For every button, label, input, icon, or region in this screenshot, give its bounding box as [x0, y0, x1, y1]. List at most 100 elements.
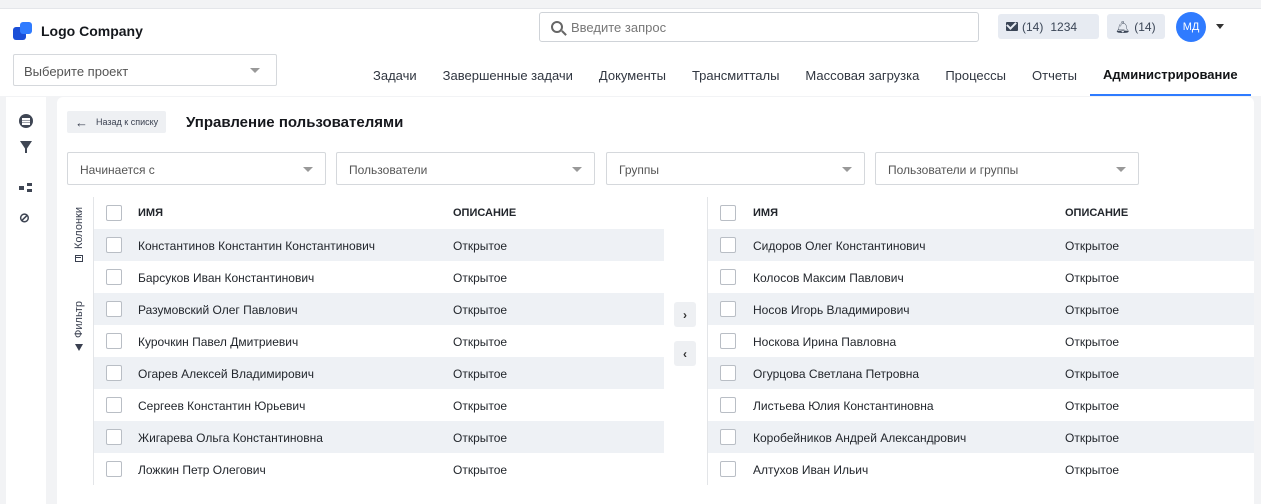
search-box[interactable] — [539, 12, 979, 42]
groups-select[interactable]: Группы — [606, 152, 865, 185]
user-name: Константинов Константин Константинович — [138, 239, 376, 253]
project-select[interactable]: Выберите проект — [13, 54, 277, 86]
move-right-button[interactable]: › — [674, 302, 696, 327]
row-checkbox[interactable] — [720, 429, 736, 445]
user-menu-chevron-down-icon[interactable] — [1216, 24, 1224, 29]
table-row[interactable]: Алтухов Иван Ильич Открытое — [708, 453, 1254, 485]
user-name: Огурцова Светлана Петровна — [753, 367, 920, 381]
starts-with-select[interactable]: Начинается с — [67, 152, 326, 185]
table-row[interactable]: Коробейников Андрей Александрович Открыт… — [708, 421, 1254, 453]
table-row[interactable]: Жигарева Ольга Константиновна Открытое — [94, 421, 664, 453]
user-name: Носов Игорь Владимирович — [753, 303, 910, 317]
row-checkbox[interactable] — [106, 397, 122, 413]
side-toolbar: Колонки Фильтр — [67, 197, 91, 457]
list-menu-icon[interactable] — [19, 114, 33, 128]
mail-button[interactable]: (14) 1234 — [998, 14, 1099, 39]
user-description: Открытое — [1065, 431, 1120, 445]
tab-tasks[interactable]: Задачи — [360, 52, 430, 96]
columns-icon — [75, 254, 83, 262]
chevron-down-icon — [842, 167, 852, 172]
table-row[interactable]: Листьева Юлия Константиновна Открытое — [708, 389, 1254, 421]
table-row[interactable]: Разумовский Олег Павлович Открытое — [94, 293, 664, 325]
column-header-description[interactable]: ОПИСАНИЕ — [453, 207, 516, 219]
hierarchy-icon[interactable] — [19, 183, 33, 193]
table-row[interactable]: Сидоров Олег Константинович Открытое — [708, 229, 1254, 261]
row-checkbox[interactable] — [106, 333, 122, 349]
table-header-row: ИМЯ ОПИСАНИЕ — [708, 197, 1254, 229]
table-row[interactable]: Константинов Константин Константинович О… — [94, 229, 664, 261]
left-rail: ⊘ — [6, 97, 46, 504]
table-row[interactable]: Носкова Ирина Павловна Открытое — [708, 325, 1254, 357]
top-bar: Logo Company (14) 1234 🔔︎ (14) МД — [0, 8, 1261, 52]
user-description: Открытое — [1065, 335, 1120, 349]
avatar[interactable]: МД — [1176, 12, 1206, 42]
user-description: Открытое — [453, 303, 508, 317]
search-input[interactable] — [571, 19, 951, 35]
chevron-down-icon — [250, 68, 260, 73]
chevron-down-icon — [572, 167, 582, 172]
table-row[interactable]: Ложкин Петр Олегович Открытое — [94, 453, 664, 485]
user-description: Открытое — [453, 399, 508, 413]
tab-processes[interactable]: Процессы — [932, 52, 1019, 96]
search-icon — [551, 21, 563, 33]
row-checkbox[interactable] — [106, 237, 122, 253]
select-all-checkbox[interactable] — [106, 205, 122, 221]
row-checkbox[interactable] — [720, 365, 736, 381]
columns-toggle[interactable]: Колонки — [67, 207, 91, 262]
chevron-down-icon — [303, 167, 313, 172]
tab-reports[interactable]: Отчеты — [1019, 52, 1090, 96]
user-description: Открытое — [453, 239, 508, 253]
user-name: Коробейников Андрей Александрович — [753, 431, 967, 445]
table-row[interactable]: Сергеев Константин Юрьевич Открытое — [94, 389, 664, 421]
row-checkbox[interactable] — [106, 461, 122, 477]
table-row[interactable]: Огурцова Светлана Петровна Открытое — [708, 357, 1254, 389]
tab-bulk-upload[interactable]: Массовая загрузка — [792, 52, 932, 96]
user-name: Алтухов Иван Ильич — [753, 463, 869, 477]
row-checkbox[interactable] — [106, 365, 122, 381]
user-name: Колосов Максим Павлович — [753, 271, 904, 285]
user-description: Открытое — [1065, 463, 1120, 477]
row-checkbox[interactable] — [720, 397, 736, 413]
column-header-description[interactable]: ОПИСАНИЕ — [1065, 207, 1128, 219]
tab-transmittals[interactable]: Трансмитталы — [679, 52, 792, 96]
tab-administration[interactable]: Администрирование — [1089, 52, 1251, 96]
table-row[interactable]: Огарев Алексей Владимирович Открытое — [94, 357, 664, 389]
row-checkbox[interactable] — [720, 269, 736, 285]
row-checkbox[interactable] — [720, 237, 736, 253]
tab-completed-tasks[interactable]: Завершенные задачи — [430, 52, 586, 96]
users-select[interactable]: Пользователи — [336, 152, 595, 185]
row-checkbox[interactable] — [720, 461, 736, 477]
table-row[interactable]: Носов Игорь Владимирович Открытое — [708, 293, 1254, 325]
users-placeholder: Пользователи — [349, 163, 428, 177]
user-name: Листьева Юлия Константиновна — [753, 399, 934, 413]
user-name: Сидоров Олег Константинович — [753, 239, 926, 253]
move-left-button[interactable]: ‹ — [674, 341, 696, 366]
table-row[interactable]: Колосов Максим Павлович Открытое — [708, 261, 1254, 293]
filter-label: Фильтр — [73, 301, 85, 338]
bell-icon: 🔔︎ — [1115, 19, 1131, 34]
selected-users-table: ИМЯ ОПИСАНИЕ Сидоров Олег Константинович… — [707, 197, 1254, 485]
table-row[interactable]: Барсуков Иван Константинович Открытое — [94, 261, 664, 293]
user-name: Барсуков Иван Константинович — [138, 271, 315, 285]
row-checkbox[interactable] — [106, 301, 122, 317]
row-checkbox[interactable] — [720, 301, 736, 317]
table-row[interactable]: Курочкин Павел Дмитриевич Открытое — [94, 325, 664, 357]
notifications-button[interactable]: 🔔︎ (14) — [1107, 14, 1165, 39]
back-to-list-button[interactable]: ← Назад к списку — [67, 111, 167, 133]
mail-icon — [1006, 22, 1018, 31]
notifications-count: (14) — [1134, 19, 1156, 34]
project-select-placeholder: Выберите проект — [24, 64, 129, 79]
column-header-name[interactable]: ИМЯ — [753, 207, 778, 219]
row-checkbox[interactable] — [720, 333, 736, 349]
select-all-checkbox[interactable] — [720, 205, 736, 221]
column-header-name[interactable]: ИМЯ — [138, 207, 163, 219]
filter-toggle[interactable]: Фильтр — [67, 301, 91, 351]
filter-icon[interactable] — [20, 141, 32, 153]
row-checkbox[interactable] — [106, 269, 122, 285]
logo[interactable]: Logo Company — [13, 22, 143, 40]
row-checkbox[interactable] — [106, 429, 122, 445]
users-and-groups-select[interactable]: Пользователи и группы — [875, 152, 1139, 185]
hide-eye-icon[interactable]: ⊘ — [19, 211, 33, 225]
tab-documents[interactable]: Документы — [586, 52, 679, 96]
user-description: Открытое — [453, 367, 508, 381]
